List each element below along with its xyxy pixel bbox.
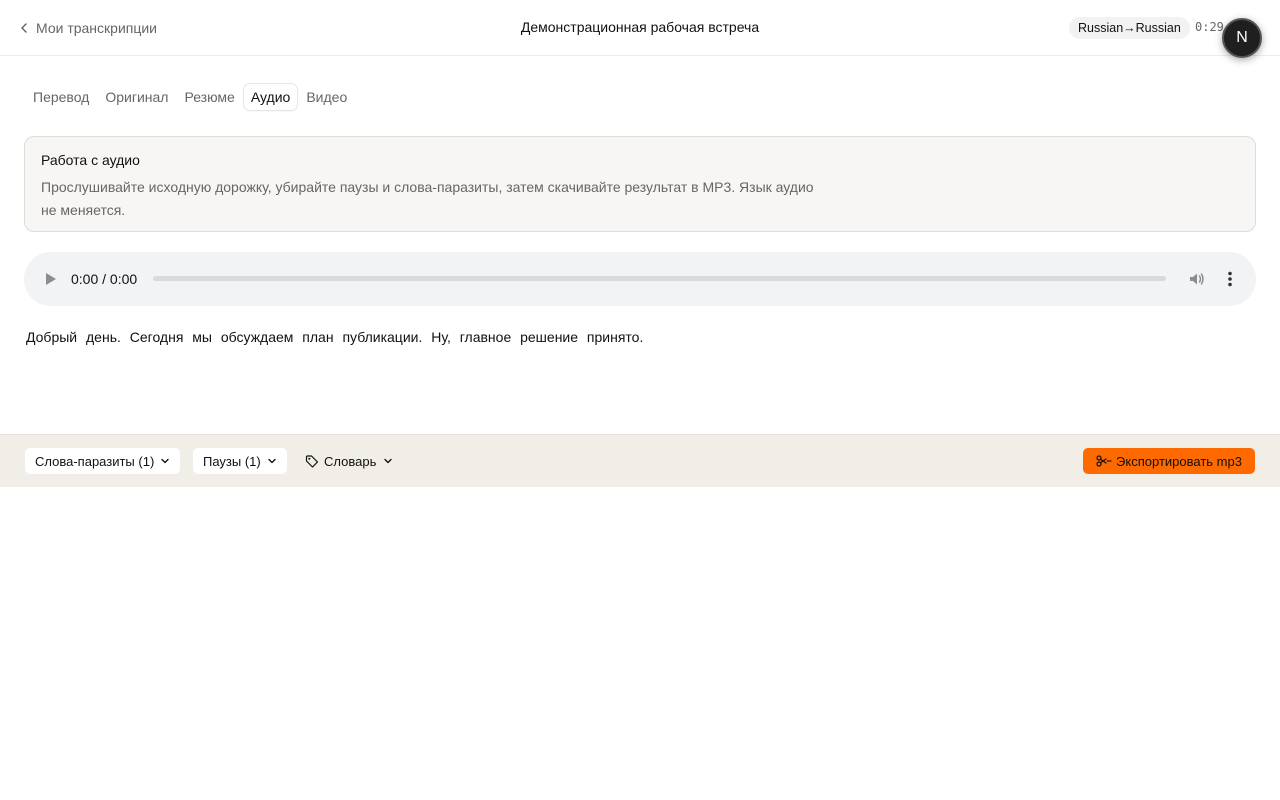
back-link-label: Мои транскрипции xyxy=(36,20,158,36)
chevron-down-icon xyxy=(384,458,393,464)
filler-words-label: Слова-паразиты (1) xyxy=(35,453,155,469)
tab-summary[interactable]: Резюме xyxy=(177,84,241,110)
dictionary-dropdown[interactable]: Словарь xyxy=(305,448,393,474)
info-card-text: Прослушивайте исходную дорожку, убирайте… xyxy=(41,179,814,218)
audio-player: 0:00 / 0:00 xyxy=(24,252,1256,306)
tab-translation[interactable]: Перевод xyxy=(26,84,96,110)
duration-label: 0:29 xyxy=(1195,20,1224,34)
audio-toolbar: Слова-паразиты (1) Паузы (1) Словарь Экс… xyxy=(0,434,1280,487)
more-vertical-icon[interactable] xyxy=(1222,270,1238,288)
volume-icon[interactable] xyxy=(1188,270,1206,288)
header: Мои транскрипции Демонстрационная рабоча… xyxy=(0,0,1280,58)
audio-info-card: Работа с аудио Прослушивайте исходную до… xyxy=(24,136,1256,232)
chevron-down-icon xyxy=(268,458,276,464)
info-card-title: Работа с аудио xyxy=(41,152,140,168)
tab-original[interactable]: Оригинал xyxy=(98,84,175,110)
avatar[interactable]: N xyxy=(1222,18,1262,58)
tab-bar: Перевод Оригинал Резюме Аудио Видео xyxy=(26,84,354,110)
scissors-icon xyxy=(1096,455,1112,467)
play-icon[interactable] xyxy=(44,272,58,286)
player-progress-bar[interactable] xyxy=(153,276,1166,281)
export-mp3-button[interactable]: Экспортировать mp3 xyxy=(1083,448,1255,474)
filler-words-dropdown[interactable]: Слова-паразиты (1) xyxy=(25,448,181,474)
tab-audio[interactable]: Аудио xyxy=(243,84,298,110)
export-mp3-label: Экспортировать mp3 xyxy=(1116,453,1242,469)
transcript-text: Добрый день. Сегодня мы обсуждаем план п… xyxy=(26,329,644,345)
avatar-initial: N xyxy=(1236,29,1248,46)
pauses-dropdown[interactable]: Паузы (1) xyxy=(193,448,287,474)
language-badge: Russian→Russian xyxy=(1069,17,1190,39)
player-time: 0:00 / 0:00 xyxy=(71,271,138,287)
chevron-left-icon xyxy=(21,23,27,33)
dictionary-label: Словарь xyxy=(324,453,377,469)
chevron-down-icon xyxy=(161,458,169,464)
tag-icon xyxy=(305,455,319,468)
tab-video[interactable]: Видео xyxy=(299,84,354,110)
pauses-label: Паузы (1) xyxy=(203,453,261,469)
back-link[interactable]: Мои транскрипции xyxy=(18,18,157,38)
